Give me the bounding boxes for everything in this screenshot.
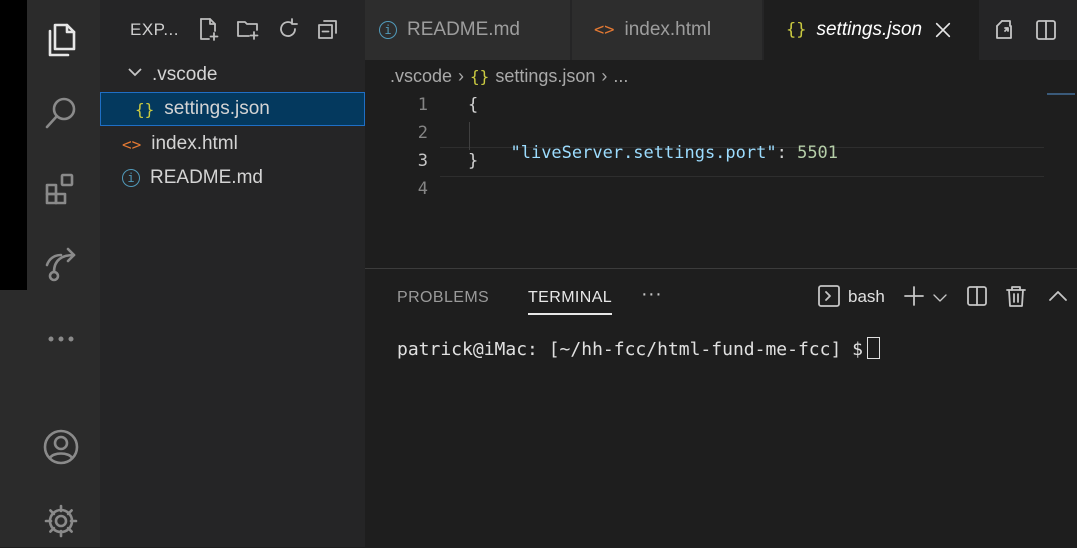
chevron-down-icon[interactable]: [931, 289, 949, 312]
add-icon[interactable]: [902, 284, 926, 313]
chevron-down-icon: [126, 63, 144, 87]
code-line: "liveServer.settings.port": 5501: [490, 123, 838, 163]
new-folder-icon[interactable]: [235, 16, 261, 42]
line-number: 4: [417, 179, 428, 199]
panel-more-button[interactable]: ···: [641, 283, 662, 306]
tab-label: settings.json: [816, 19, 923, 40]
breadcrumb-folder[interactable]: .vscode: [390, 66, 452, 87]
new-file-icon[interactable]: [195, 16, 221, 42]
trash-icon[interactable]: [1004, 284, 1028, 313]
tab-settings-json[interactable]: {} settings.json: [764, 0, 979, 60]
code-line: }: [468, 151, 479, 171]
info-file-icon: i: [379, 21, 397, 39]
json-value: 5501: [797, 143, 839, 163]
refresh-icon[interactable]: [275, 16, 301, 42]
tab-terminal[interactable]: TERMINAL: [528, 289, 613, 315]
more-icon[interactable]: [38, 316, 84, 362]
indent-guide: [469, 122, 470, 150]
editor-tabs: i README.md <> index.html {} settings.js…: [365, 0, 1077, 60]
tab-label: README.md: [407, 19, 520, 40]
breadcrumb: .vscode › {} settings.json › ...: [390, 64, 628, 88]
tab-label: index.html: [624, 19, 712, 40]
gear-icon[interactable]: [38, 498, 84, 544]
collapse-icon[interactable]: [315, 16, 341, 42]
window-edge: [0, 0, 27, 290]
chevron-up-icon[interactable]: [1046, 284, 1070, 313]
tree-label: settings.json: [164, 98, 270, 119]
tree-label: README.md: [150, 167, 263, 188]
remote-icon[interactable]: [38, 242, 84, 288]
account-icon[interactable]: [38, 424, 84, 470]
split-editor-icon[interactable]: [1034, 18, 1058, 47]
line-number: 3: [417, 151, 428, 171]
terminal-prompt: patrick@iMac: [~/hh-fcc/html-fund-me-fcc…: [397, 339, 863, 360]
tree-file-index-html[interactable]: <> index.html: [100, 127, 365, 161]
html-file-icon: <>: [594, 20, 615, 40]
json-file-icon: {}: [786, 20, 807, 40]
explorer-title: EXP...: [130, 20, 179, 39]
terminal-icon: [817, 284, 841, 313]
chevron-right-icon: ›: [458, 65, 465, 86]
files-icon[interactable]: [38, 16, 84, 62]
json-file-icon: {}: [470, 66, 490, 86]
terminal-cursor: [867, 337, 880, 359]
json-key: "liveServer.settings.port": [510, 143, 777, 163]
close-icon[interactable]: [934, 21, 952, 39]
code-line: {: [468, 95, 479, 115]
split-terminal-icon[interactable]: [965, 284, 989, 313]
tree-folder-vscode[interactable]: .vscode: [100, 58, 365, 92]
tree-label: index.html: [151, 133, 238, 154]
chevron-right-icon: ›: [601, 65, 608, 86]
tree-label: .vscode: [152, 64, 218, 85]
bottom-panel: PROBLEMS TERMINAL ··· bash patrick@iMac:…: [365, 268, 1077, 548]
tab-problems[interactable]: PROBLEMS: [397, 289, 489, 307]
tree-file-settings-json[interactable]: {} settings.json: [100, 92, 365, 126]
breadcrumb-more[interactable]: ...: [613, 66, 628, 87]
line-number: 1: [417, 95, 428, 115]
extensions-icon[interactable]: [38, 166, 84, 212]
tree-file-readme-md[interactable]: i README.md: [100, 161, 365, 195]
terminal-shell-label[interactable]: bash: [848, 287, 885, 307]
json-separator: :: [776, 143, 798, 163]
json-file-icon: {}: [135, 99, 155, 119]
explorer-sidebar: EXP... .vscode {} settings.json <> index…: [100, 0, 365, 547]
tab-readme[interactable]: i README.md: [365, 0, 570, 60]
search-icon[interactable]: [38, 90, 84, 136]
info-file-icon: i: [122, 169, 140, 187]
activity-bar: [0, 0, 100, 547]
tab-index-html[interactable]: <> index.html: [572, 0, 762, 60]
open-changes-icon[interactable]: [993, 18, 1017, 47]
html-file-icon: <>: [122, 134, 142, 154]
terminal-output[interactable]: patrick@iMac: [~/hh-fcc/html-fund-me-fcc…: [397, 337, 880, 360]
line-number: 2: [417, 123, 428, 143]
breadcrumb-file[interactable]: settings.json: [495, 66, 595, 87]
